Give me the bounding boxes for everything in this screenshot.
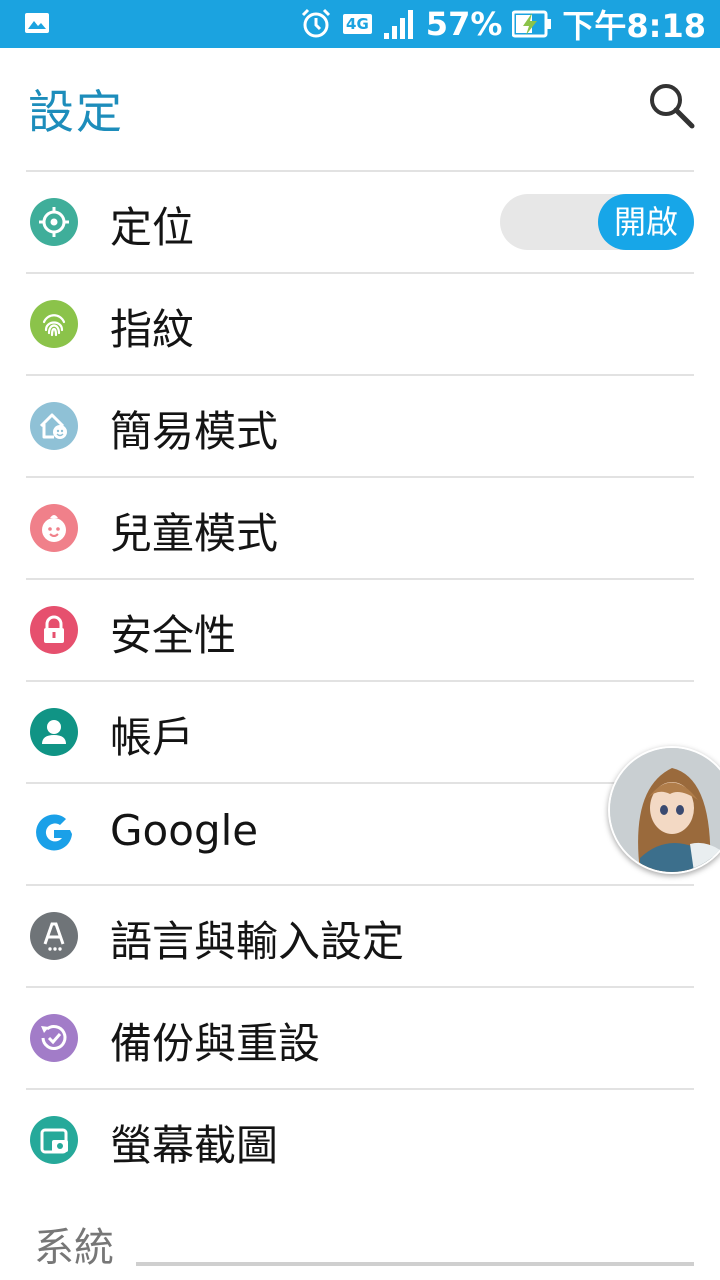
gallery-notification-icon xyxy=(25,13,49,33)
status-bar: 4G 57% 下午8:18 xyxy=(0,0,720,48)
settings-item-label: 安全性 xyxy=(110,611,237,660)
kids-mode-icon xyxy=(30,504,78,552)
settings-item-label: 帳戶 xyxy=(110,713,195,762)
settings-item-security[interactable]: 安全性 xyxy=(26,578,694,680)
settings-item-location[interactable]: 定位 開啟 xyxy=(26,170,694,272)
settings-list: 定位 開啟 指紋 簡易模式 兒童模式 安全性 帳戶 Google 語言與輸入設定… xyxy=(0,170,720,1190)
fingerprint-icon xyxy=(30,300,78,348)
toggle-on-label: 開啟 xyxy=(598,194,694,250)
lock-icon xyxy=(30,606,78,654)
settings-item-label: 螢幕截圖 xyxy=(110,1121,279,1170)
clock: 下午8:18 xyxy=(562,7,706,45)
settings-item-screenshot[interactable]: 螢幕截圖 xyxy=(26,1088,694,1190)
location-toggle[interactable]: 開啟 xyxy=(500,194,694,250)
settings-item-label: 定位 xyxy=(110,203,195,252)
section-header-system: 系統 xyxy=(34,1225,114,1271)
settings-item-language-input[interactable]: 語言與輸入設定 xyxy=(26,884,694,986)
settings-item-accounts[interactable]: 帳戶 xyxy=(26,680,694,782)
network-type-badge: 4G xyxy=(343,14,372,34)
settings-item-kids-mode[interactable]: 兒童模式 xyxy=(26,476,694,578)
settings-item-label: 簡易模式 xyxy=(110,407,279,456)
settings-item-google[interactable]: Google xyxy=(26,782,694,884)
section-divider xyxy=(136,1262,694,1266)
alarm-icon xyxy=(301,8,331,38)
battery-percent: 57% xyxy=(425,5,503,43)
settings-item-label: 備份與重設 xyxy=(110,1019,321,1068)
location-icon xyxy=(30,198,78,246)
settings-item-label: 語言與輸入設定 xyxy=(110,917,405,966)
screenshot-icon xyxy=(30,1116,78,1164)
settings-item-label: 兒童模式 xyxy=(110,509,279,558)
app-bar: 設定 xyxy=(0,48,720,170)
account-icon xyxy=(30,708,78,756)
backup-icon xyxy=(30,1014,78,1062)
settings-item-label: 指紋 xyxy=(110,305,195,354)
page-title: 設定 xyxy=(28,85,124,139)
signal-icon xyxy=(383,10,413,39)
google-icon xyxy=(30,810,78,858)
battery-charging-icon xyxy=(512,10,552,38)
settings-item-label: Google xyxy=(110,806,259,855)
search-icon[interactable] xyxy=(646,80,696,130)
settings-item-easy-mode[interactable]: 簡易模式 xyxy=(26,374,694,476)
language-icon xyxy=(30,912,78,960)
settings-item-backup-reset[interactable]: 備份與重設 xyxy=(26,986,694,1088)
settings-item-fingerprint[interactable]: 指紋 xyxy=(26,272,694,374)
easy-mode-icon xyxy=(30,402,78,450)
